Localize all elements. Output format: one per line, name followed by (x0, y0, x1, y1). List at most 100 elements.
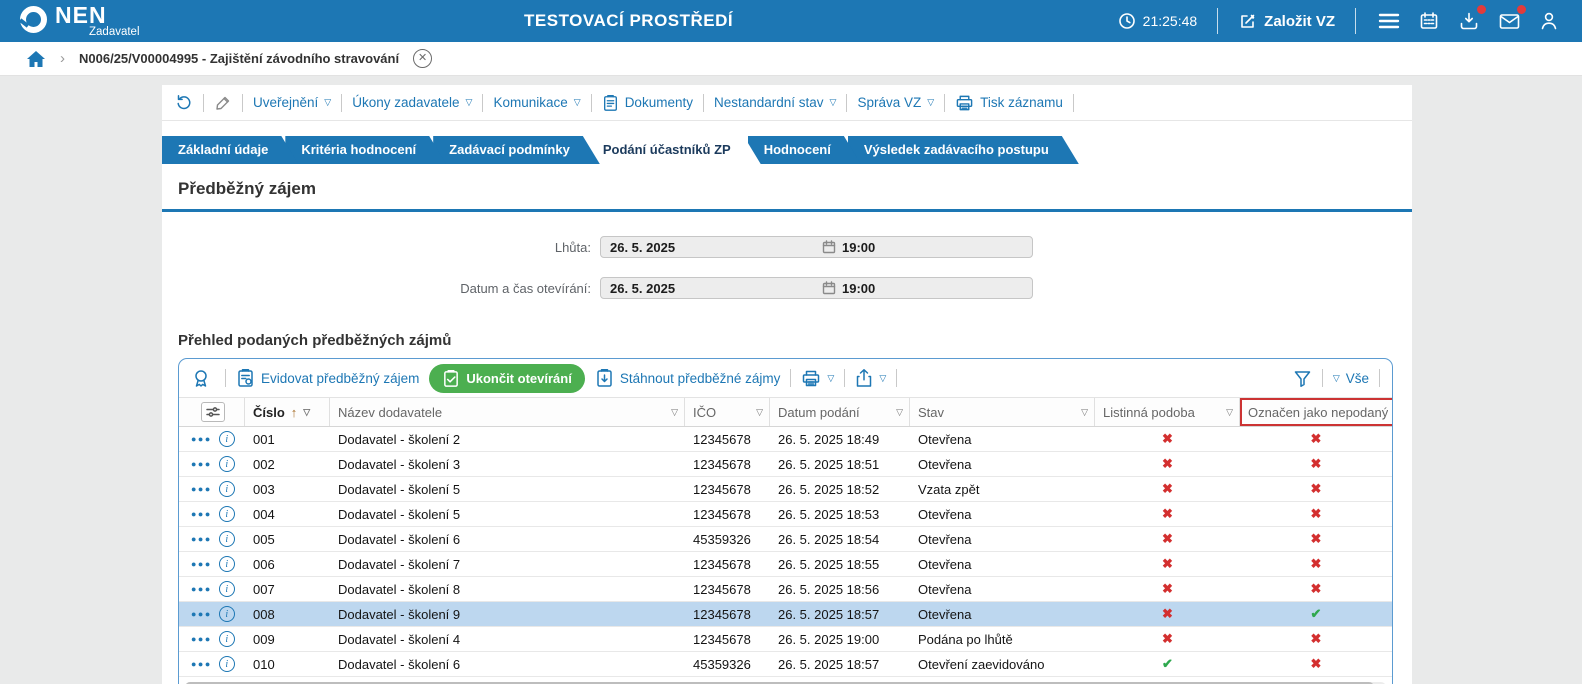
profile-button[interactable] (1536, 8, 1562, 34)
row-menu-icon[interactable]: ●●● (191, 484, 212, 494)
datetime-field[interactable]: 26. 5. 2025 19:00 (600, 236, 1033, 258)
chevron-right-icon: › (60, 50, 65, 67)
datetime-field[interactable]: 26. 5. 2025 19:00 (600, 277, 1033, 299)
table-row[interactable]: ●●● i 005 Dodavatel - školení 6 45359326… (179, 527, 1392, 552)
filter-chevron-icon[interactable]: ▽ (1226, 407, 1233, 418)
column-header-ico[interactable]: IČO ▽ (685, 398, 770, 426)
row-menu-icon[interactable]: ●●● (191, 659, 212, 669)
table-row[interactable]: ●●● i 007 Dodavatel - školení 8 12345678… (179, 577, 1392, 602)
row-menu-icon[interactable]: ●●● (191, 509, 212, 519)
cross-icon: ✖ (1310, 431, 1322, 446)
cell-cislo: 005 (253, 531, 275, 547)
info-icon[interactable]: i (218, 456, 235, 472)
cell-ico: 12345678 (693, 606, 751, 622)
clipboard-check-icon (444, 369, 459, 387)
download-interests-label: Stáhnout předběžné zájmy (619, 370, 781, 386)
action-dokumenty[interactable]: Dokumenty (602, 94, 693, 112)
filter-chevron-icon[interactable]: ▽ (303, 407, 310, 418)
row-menu-icon[interactable]: ●●● (191, 434, 212, 444)
time-value: 19:00 (842, 280, 876, 296)
info-icon[interactable]: i (218, 506, 235, 522)
info-icon[interactable]: i (218, 431, 235, 447)
create-vz-button[interactable]: Založit VZ (1238, 12, 1335, 31)
action-uve-ejn-n-[interactable]: Uveřejnění ▽ (253, 95, 331, 110)
tab-v-sledek-zad-vac-ho-postupu[interactable]: Výsledek zadávacího postupu (848, 136, 1079, 164)
action-tisk-z-znamu[interactable]: Tisk záznamu (955, 94, 1063, 112)
divider (846, 93, 848, 112)
cross-icon: ✖ (1310, 456, 1322, 471)
table-row[interactable]: ●●● i 006 Dodavatel - školení 7 12345678… (179, 552, 1392, 577)
column-header-nepodany[interactable]: Označen jako nepodaný (1240, 398, 1392, 426)
register-interest-button[interactable]: Evidovat předběžný zájem (236, 368, 419, 388)
export-button[interactable]: ▽ (855, 368, 886, 388)
home-icon[interactable] (26, 50, 46, 68)
info-icon[interactable]: i (218, 531, 235, 547)
action-nestandardn-stav[interactable]: Nestandardní stav ▽ (714, 95, 836, 110)
action--kony-zadavatele[interactable]: Úkony zadavatele ▽ (352, 95, 472, 110)
filter-chevron-icon[interactable]: ▽ (1081, 407, 1088, 418)
calendar-small-icon (822, 281, 836, 295)
app-logo[interactable]: NEN Zadavatel (20, 4, 140, 38)
tab-hodnocen-[interactable]: Hodnocení (748, 136, 861, 164)
info-icon[interactable]: i (218, 481, 235, 497)
row-menu-icon[interactable]: ●●● (191, 459, 212, 469)
table-row[interactable]: ●●● i 003 Dodavatel - školení 5 12345678… (179, 477, 1392, 502)
calendar-button[interactable] (1416, 8, 1442, 34)
table-row[interactable]: ●●● i 001 Dodavatel - školení 2 12345678… (179, 427, 1392, 452)
cross-icon: ✖ (1310, 531, 1322, 546)
filter-button[interactable] (1293, 369, 1312, 388)
cell-ico: 12345678 (693, 631, 751, 647)
filter-chevron-icon[interactable]: ▽ (896, 407, 903, 418)
print-grid-button[interactable]: ▽ (801, 369, 834, 388)
info-icon[interactable]: i (218, 581, 235, 597)
row-menu-icon[interactable]: ●●● (191, 534, 212, 544)
row-menu-icon[interactable]: ●●● (191, 584, 212, 594)
info-icon[interactable]: i (218, 556, 235, 572)
award-button[interactable] (191, 368, 211, 389)
clipboard-download-icon (597, 369, 612, 387)
tab-krit-ria-hodnocen-[interactable]: Kritéria hodnocení (285, 136, 446, 164)
row-menu-icon[interactable]: ●●● (191, 609, 212, 619)
logo-text: NEN (55, 2, 107, 28)
cell-datum: 26. 5. 2025 18:52 (778, 481, 880, 497)
menu-button[interactable] (1376, 8, 1402, 34)
column-header-cislo[interactable]: Číslo ↑ ▽ (245, 398, 330, 426)
info-icon[interactable]: i (218, 631, 235, 647)
action-spr-va-vz[interactable]: Správa VZ ▽ (857, 95, 934, 110)
cell-ico: 12345678 (693, 481, 751, 497)
tab-z-kladn-daje[interactable]: Základní údaje (162, 136, 298, 164)
table-row[interactable]: ●●● i 009 Dodavatel - školení 4 12345678… (179, 627, 1392, 652)
table-row[interactable]: ●●● i 002 Dodavatel - školení 3 12345678… (179, 452, 1392, 477)
tab-zad-vac-podm-nky[interactable]: Zadávací podmínky (433, 136, 600, 164)
row-menu-icon[interactable]: ●●● (191, 634, 212, 644)
cell-datum: 26. 5. 2025 18:57 (778, 606, 880, 622)
downloads-button[interactable] (1456, 5, 1486, 34)
edit-button[interactable] (214, 94, 232, 112)
info-icon[interactable]: i (218, 656, 235, 672)
nen-logo-icon (20, 6, 47, 33)
tab-pod-n-astn-k-zp[interactable]: Podání účastníků ZP (587, 136, 761, 164)
column-header-nazev[interactable]: Název dodavatele ▽ (330, 398, 685, 426)
table-row[interactable]: ●●● i 008 Dodavatel - školení 9 12345678… (179, 602, 1392, 627)
column-settings-button[interactable] (200, 402, 225, 422)
column-header-datum[interactable]: Datum podání ▽ (770, 398, 910, 426)
history-button[interactable] (174, 93, 193, 112)
notification-dot (1477, 5, 1486, 14)
column-header-stav[interactable]: Stav ▽ (910, 398, 1095, 426)
close-record-icon[interactable]: ✕ (413, 49, 433, 68)
breadcrumb-record[interactable]: N006/25/V00004995 - Zajištění závodního … (79, 51, 399, 66)
action-komunikace[interactable]: Komunikace ▽ (493, 95, 580, 110)
end-opening-button[interactable]: Ukončit otevírání (429, 363, 585, 393)
time-value: 19:00 (842, 239, 876, 255)
table-row[interactable]: ●●● i 010 Dodavatel - školení 6 45359326… (179, 652, 1392, 677)
messages-button[interactable] (1496, 5, 1526, 34)
cross-icon: ✖ (1310, 656, 1322, 671)
info-icon[interactable]: i (218, 606, 235, 622)
filter-chevron-icon[interactable]: ▽ (756, 407, 763, 418)
filter-chevron-icon[interactable]: ▽ (671, 407, 678, 418)
view-all-selector[interactable]: ▽ Vše (1333, 371, 1369, 386)
table-row[interactable]: ●●● i 004 Dodavatel - školení 5 12345678… (179, 502, 1392, 527)
download-interests-button[interactable]: Stáhnout předběžné zájmy (595, 368, 781, 388)
row-menu-icon[interactable]: ●●● (191, 559, 212, 569)
column-header-listinna[interactable]: Listinná podoba ▽ (1095, 398, 1240, 426)
